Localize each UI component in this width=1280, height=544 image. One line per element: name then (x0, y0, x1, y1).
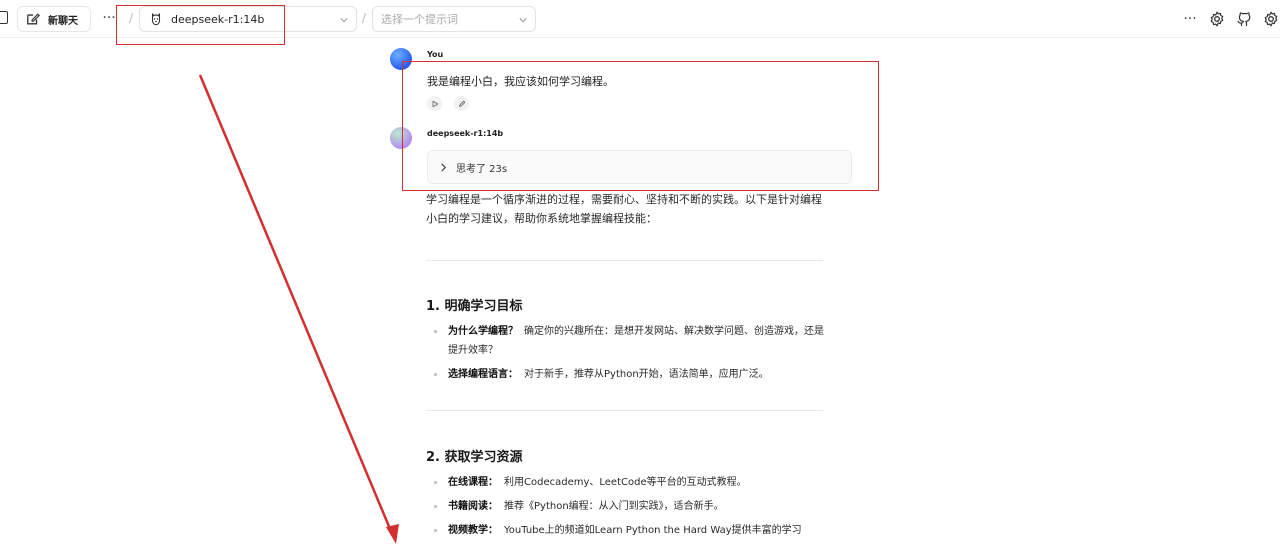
user-avatar (390, 48, 412, 70)
app-settings-button[interactable] (1262, 10, 1280, 28)
list-item: 视频教学： YouTube上的频道如Learn Python the Hard W… (426, 521, 826, 540)
more-actions-button[interactable]: ··· (1181, 10, 1199, 28)
user-message: 我是编程小白，我应该如何学习编程。 (427, 75, 614, 88)
list-item: 在线课程： 利用Codecademy、LeetCode等平台的互动式教程。 (426, 473, 826, 492)
model-selector[interactable]: deepseek-r1:14b (139, 6, 357, 32)
list-item-label: 为什么学编程？ (448, 326, 518, 337)
bot-avatar (390, 127, 412, 149)
section-heading: 2. 获取学习资源 (426, 450, 523, 465)
divider (426, 410, 823, 411)
model-label: deepseek-r1:14b (171, 12, 265, 26)
github-icon (1237, 12, 1251, 27)
assistant-answer: 学习编程是一个循序渐进的过程，需要耐心、坚持和不断的实践。以下是针对编程小白的学… (426, 190, 826, 544)
settings-icon (1210, 11, 1224, 27)
list-item-text: 推荐《Python编程：从入门到实践》，适合新手。 (504, 501, 724, 512)
thinking-label: 思考了 23s (456, 163, 508, 175)
list-item-label: 书籍阅读： (448, 501, 498, 512)
list-item-label: 在线课程： (448, 477, 498, 488)
user-name: You (427, 50, 444, 59)
breadcrumb-separator: / (362, 11, 367, 25)
chevron-down-icon (519, 18, 527, 23)
breadcrumb-separator: / (129, 11, 134, 25)
section-list: 在线课程： 利用Codecademy、LeetCode等平台的互动式教程。 书籍阅… (426, 473, 826, 540)
settings-button[interactable] (1208, 10, 1226, 28)
chevron-right-icon (441, 162, 447, 172)
list-item: 选择编程语言： 对于新手，推荐从Python开始，语法简单，应用广泛。 (426, 365, 826, 384)
chevron-down-icon (340, 18, 348, 23)
settings-icon (1264, 11, 1278, 27)
list-item-text: 对于新手，推荐从Python开始，语法简单，应用广泛。 (524, 369, 769, 380)
edit-message-button[interactable] (454, 96, 469, 111)
more-options-button[interactable]: ··· (100, 8, 118, 28)
list-item: 为什么学编程？ 确定你的兴趣所在：是想开发网站、解决数学问题、创造游戏，还是提升效… (426, 322, 826, 360)
list-item-label: 选择编程语言： (448, 369, 518, 380)
prompt-selector[interactable]: 选择一个提示词 (372, 6, 536, 32)
new-chat-button[interactable]: 新聊天 (17, 6, 91, 32)
replay-button[interactable] (427, 96, 442, 111)
thinking-toggle[interactable]: 思考了 23s (427, 150, 852, 184)
list-item-label: 视频教学： (448, 525, 498, 536)
play-icon (432, 100, 438, 107)
list-item: 书籍阅读： 推荐《Python编程：从入门到实践》，适合新手。 (426, 497, 826, 516)
answer-intro: 学习编程是一个循序渐进的过程，需要耐心、坚持和不断的实践。以下是针对编程小白的学… (426, 193, 822, 225)
sidebar-toggle-icon[interactable] (0, 11, 8, 24)
new-chat-label: 新聊天 (48, 15, 78, 27)
section-list: 为什么学编程？ 确定你的兴趣所在：是想开发网站、解决数学问题、创造游戏，还是提升效… (426, 322, 826, 384)
section-heading: 1. 明确学习目标 (426, 299, 523, 314)
top-bar: 新聊天 ··· / deepseek-r1:14b / 选择一个提示词 ··· (0, 0, 1280, 38)
llama-icon (151, 12, 161, 26)
edit-icon (27, 13, 40, 25)
bot-name: deepseek-r1:14b (427, 129, 504, 138)
pencil-icon (458, 100, 465, 107)
toolbar-right-actions: ··· (1172, 9, 1280, 29)
list-item-text: YouTube上的频道如Learn Python the Hard Way提供丰… (504, 525, 802, 536)
divider (426, 260, 823, 261)
prompt-placeholder: 选择一个提示词 (381, 13, 458, 26)
list-item-text: 利用Codecademy、LeetCode等平台的互动式教程。 (504, 477, 747, 488)
github-button[interactable] (1235, 10, 1253, 28)
